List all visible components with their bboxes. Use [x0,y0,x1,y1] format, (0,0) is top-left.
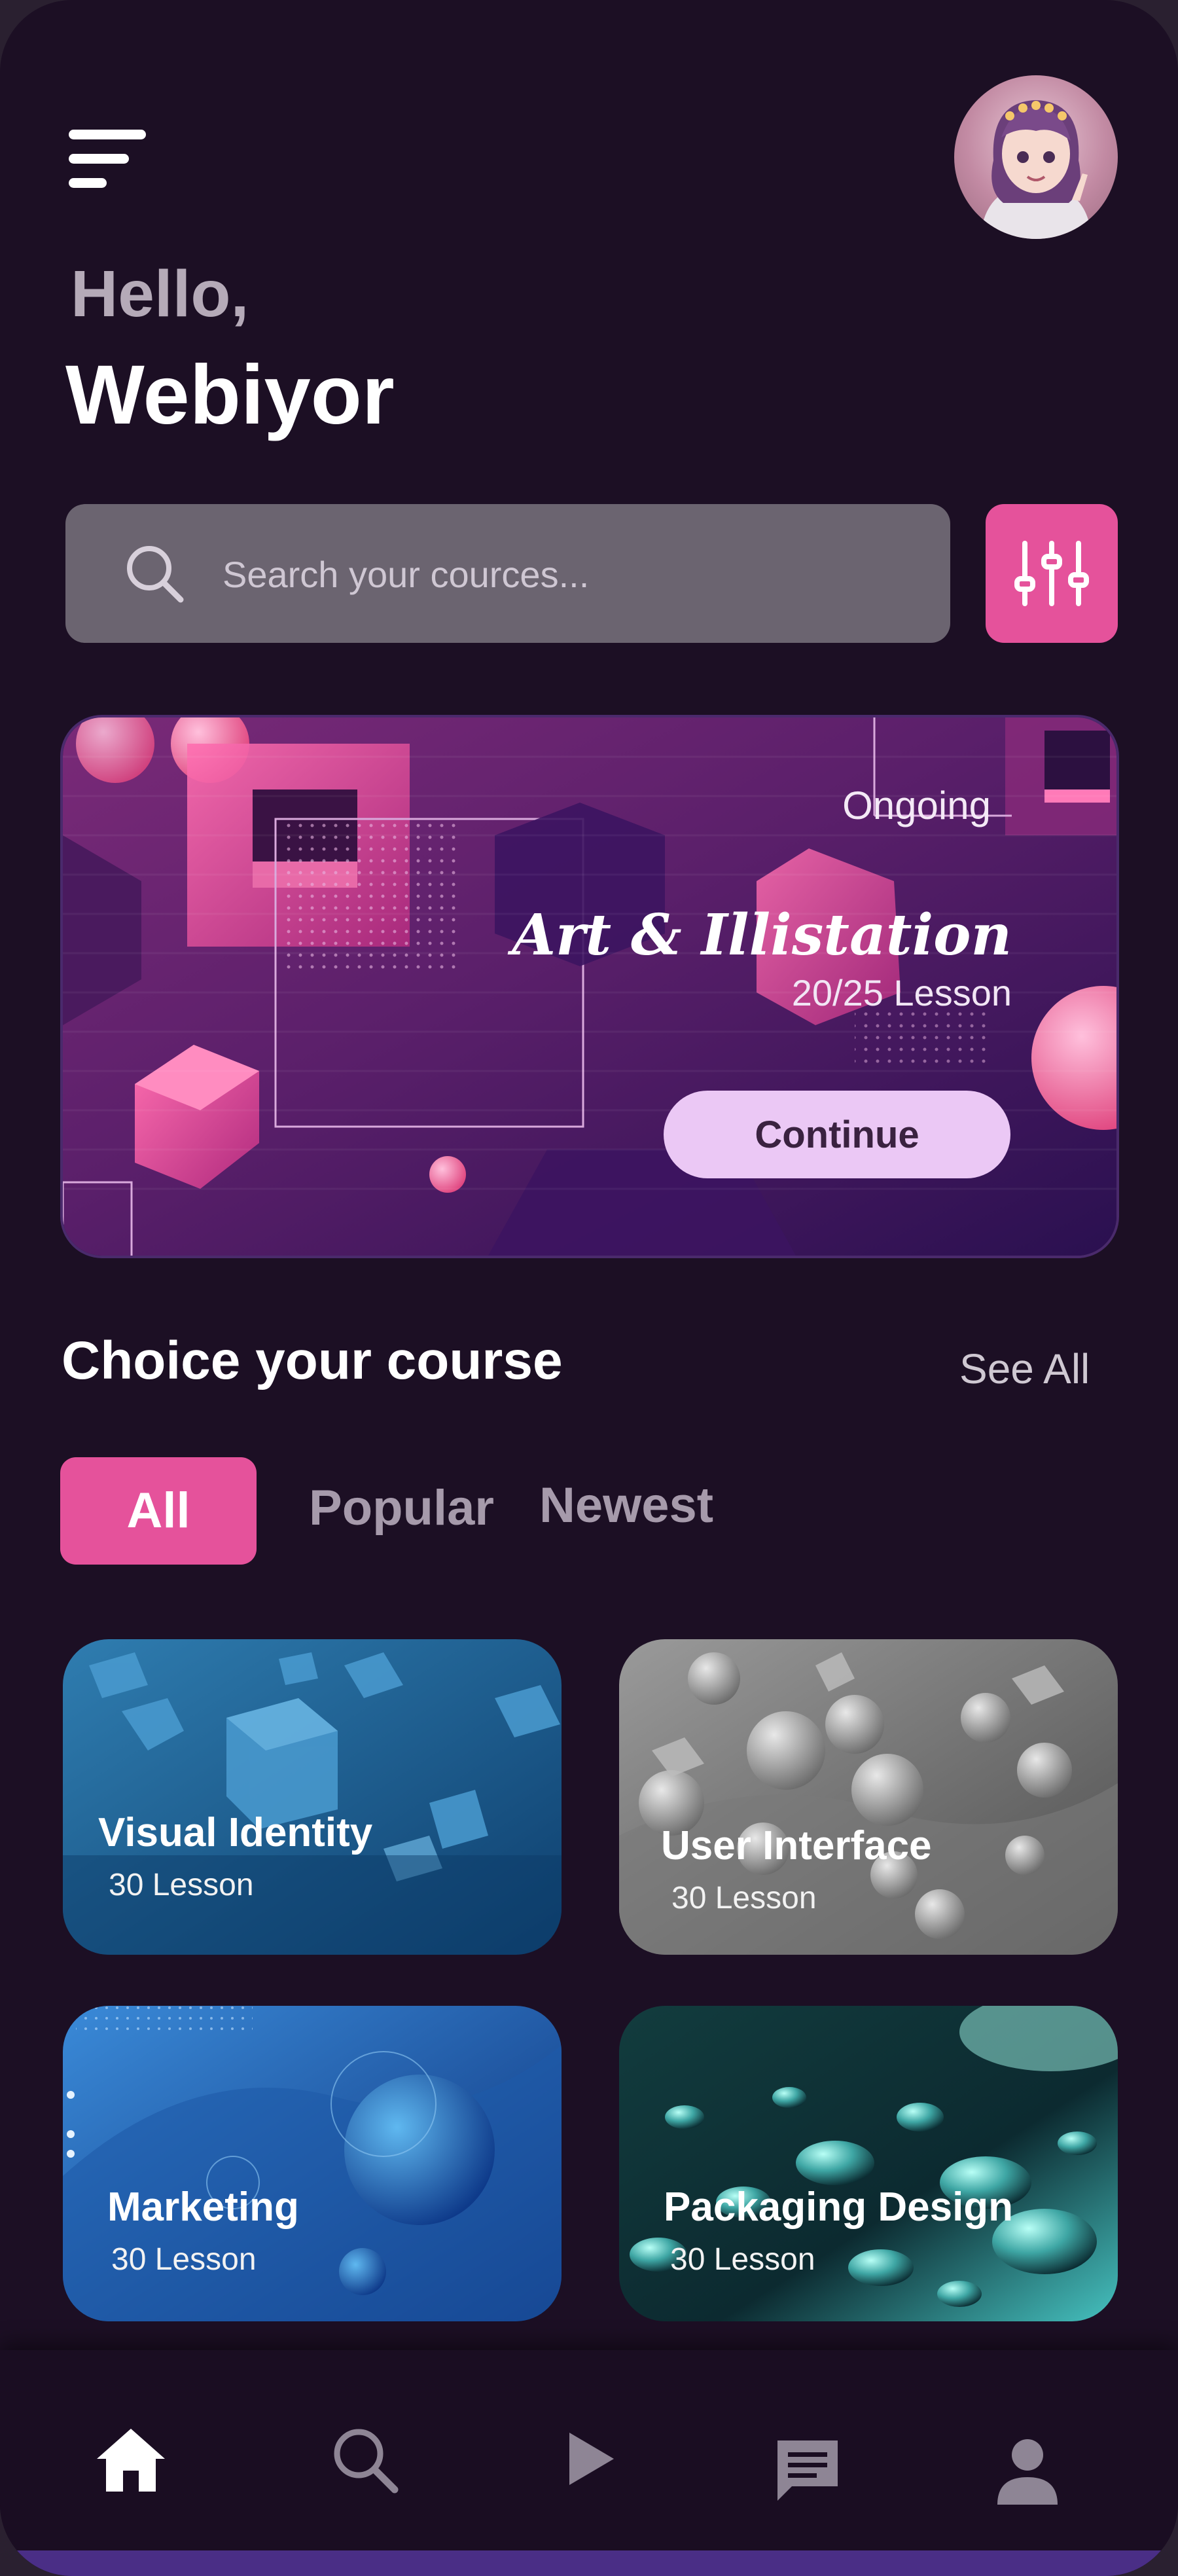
greeting-text: Hello, [71,257,249,331]
continue-button[interactable]: Continue [664,1091,1010,1178]
course-title: Marketing [107,2185,299,2230]
course-status: Ongoing [842,784,991,827]
play-icon [569,2433,614,2485]
nav-home[interactable] [92,2422,170,2501]
avatar-illustration [980,100,1092,239]
course-lessons: 30 Lesson [670,2242,815,2277]
home-indicator-bar [0,2550,1178,2576]
visual-identity-image [63,1639,562,1955]
course-lessons: 30 Lesson [671,1881,817,1915]
lesson-progress: 20/25 Lesson [791,972,1012,1013]
hamburger-icon[interactable] [69,130,147,189]
chat-icon [777,2440,838,2501]
search-icon [127,546,184,603]
home-icon [97,2429,165,2492]
user-name: Webiyor [65,348,395,442]
course-card-user-interface[interactable]: User Interface 30 Lesson [619,1639,1118,1955]
nav-profile[interactable] [988,2431,1067,2510]
ongoing-course-banner[interactable]: Ongoing Art & Illistation 20/25 Lesson C… [63,717,1116,1256]
app-screen: Hello, Webiyor Search your cources... On… [0,0,1178,2576]
course-title: User Interface [661,1823,932,1868]
course-card-packaging-design[interactable]: Packaging Design 30 Lesson [619,2006,1118,2321]
tab-newest[interactable]: Newest [539,1477,713,1534]
search-input[interactable] [221,542,911,606]
search-bar[interactable] [65,504,950,643]
course-title: Art & Illistation [512,902,1012,968]
course-lessons: 30 Lesson [111,2242,257,2277]
section-title: Choice your course [62,1331,563,1390]
tab-popular[interactable]: Popular [309,1479,494,1536]
bottom-navigation [0,2350,1178,2576]
nav-search[interactable] [326,2421,404,2499]
course-lessons: 30 Lesson [109,1868,254,1902]
user-avatar[interactable] [954,75,1118,239]
course-title: Packaging Design [664,2185,1014,2230]
tab-all[interactable]: All [60,1457,257,1565]
nav-play[interactable] [548,2420,627,2498]
filter-button[interactable] [986,504,1118,643]
course-card-visual-identity[interactable]: Visual Identity 30 Lesson [63,1639,562,1955]
search-icon [334,2429,399,2494]
nav-messages[interactable] [768,2431,847,2510]
sliders-icon [1014,541,1089,606]
course-title: Visual Identity [98,1810,373,1855]
profile-icon [997,2439,1058,2505]
see-all-link[interactable]: See All [959,1345,1090,1393]
course-card-marketing[interactable]: Marketing 30 Lesson [63,2006,562,2321]
